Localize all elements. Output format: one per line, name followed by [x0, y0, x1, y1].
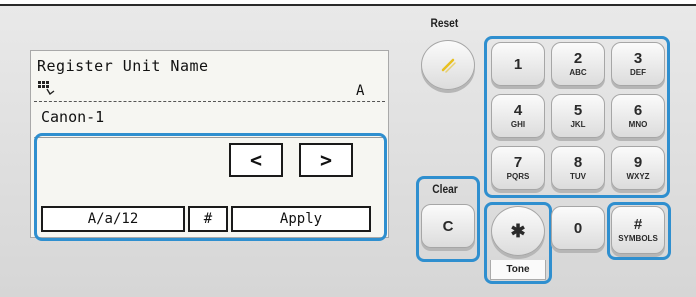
- clear-key-label: C: [442, 217, 454, 235]
- key-4[interactable]: 4 GHI: [491, 94, 545, 138]
- key-3[interactable]: 3 DEF: [611, 42, 665, 86]
- control-panel: Register Unit Name A Canon-1 < > A/a/12 …: [0, 4, 696, 297]
- tone-label: Tone: [490, 260, 546, 280]
- unit-name-value: Canon-1: [41, 108, 105, 126]
- key-1[interactable]: 1: [491, 42, 545, 86]
- reset-label: Reset: [430, 16, 459, 30]
- key-5[interactable]: 5 JKL: [551, 94, 605, 138]
- reset-slash-icon: [441, 58, 456, 73]
- key-8[interactable]: 8 TUV: [551, 146, 605, 190]
- key-6[interactable]: 6 MNO: [611, 94, 665, 138]
- clear-label: Clear: [432, 182, 458, 196]
- asterisk-icon: ✱: [510, 220, 526, 241]
- star-button[interactable]: ✱: [491, 206, 545, 256]
- keyboard-grid-icon: [38, 81, 55, 95]
- input-mode-indicator: A: [356, 83, 365, 99]
- key-7[interactable]: 7 PQRS: [491, 146, 545, 190]
- touch-controls-highlight: [34, 133, 387, 241]
- key-9[interactable]: 9 WXYZ: [611, 146, 665, 190]
- key-0[interactable]: 0: [551, 206, 605, 250]
- lcd-title: Register Unit Name: [37, 57, 209, 75]
- lcd-title-underline: [34, 101, 385, 102]
- hash-symbols-button[interactable]: # SYMBOLS: [611, 206, 665, 254]
- reset-button[interactable]: [421, 40, 475, 90]
- clear-button[interactable]: C: [421, 204, 475, 248]
- key-2[interactable]: 2 ABC: [551, 42, 605, 86]
